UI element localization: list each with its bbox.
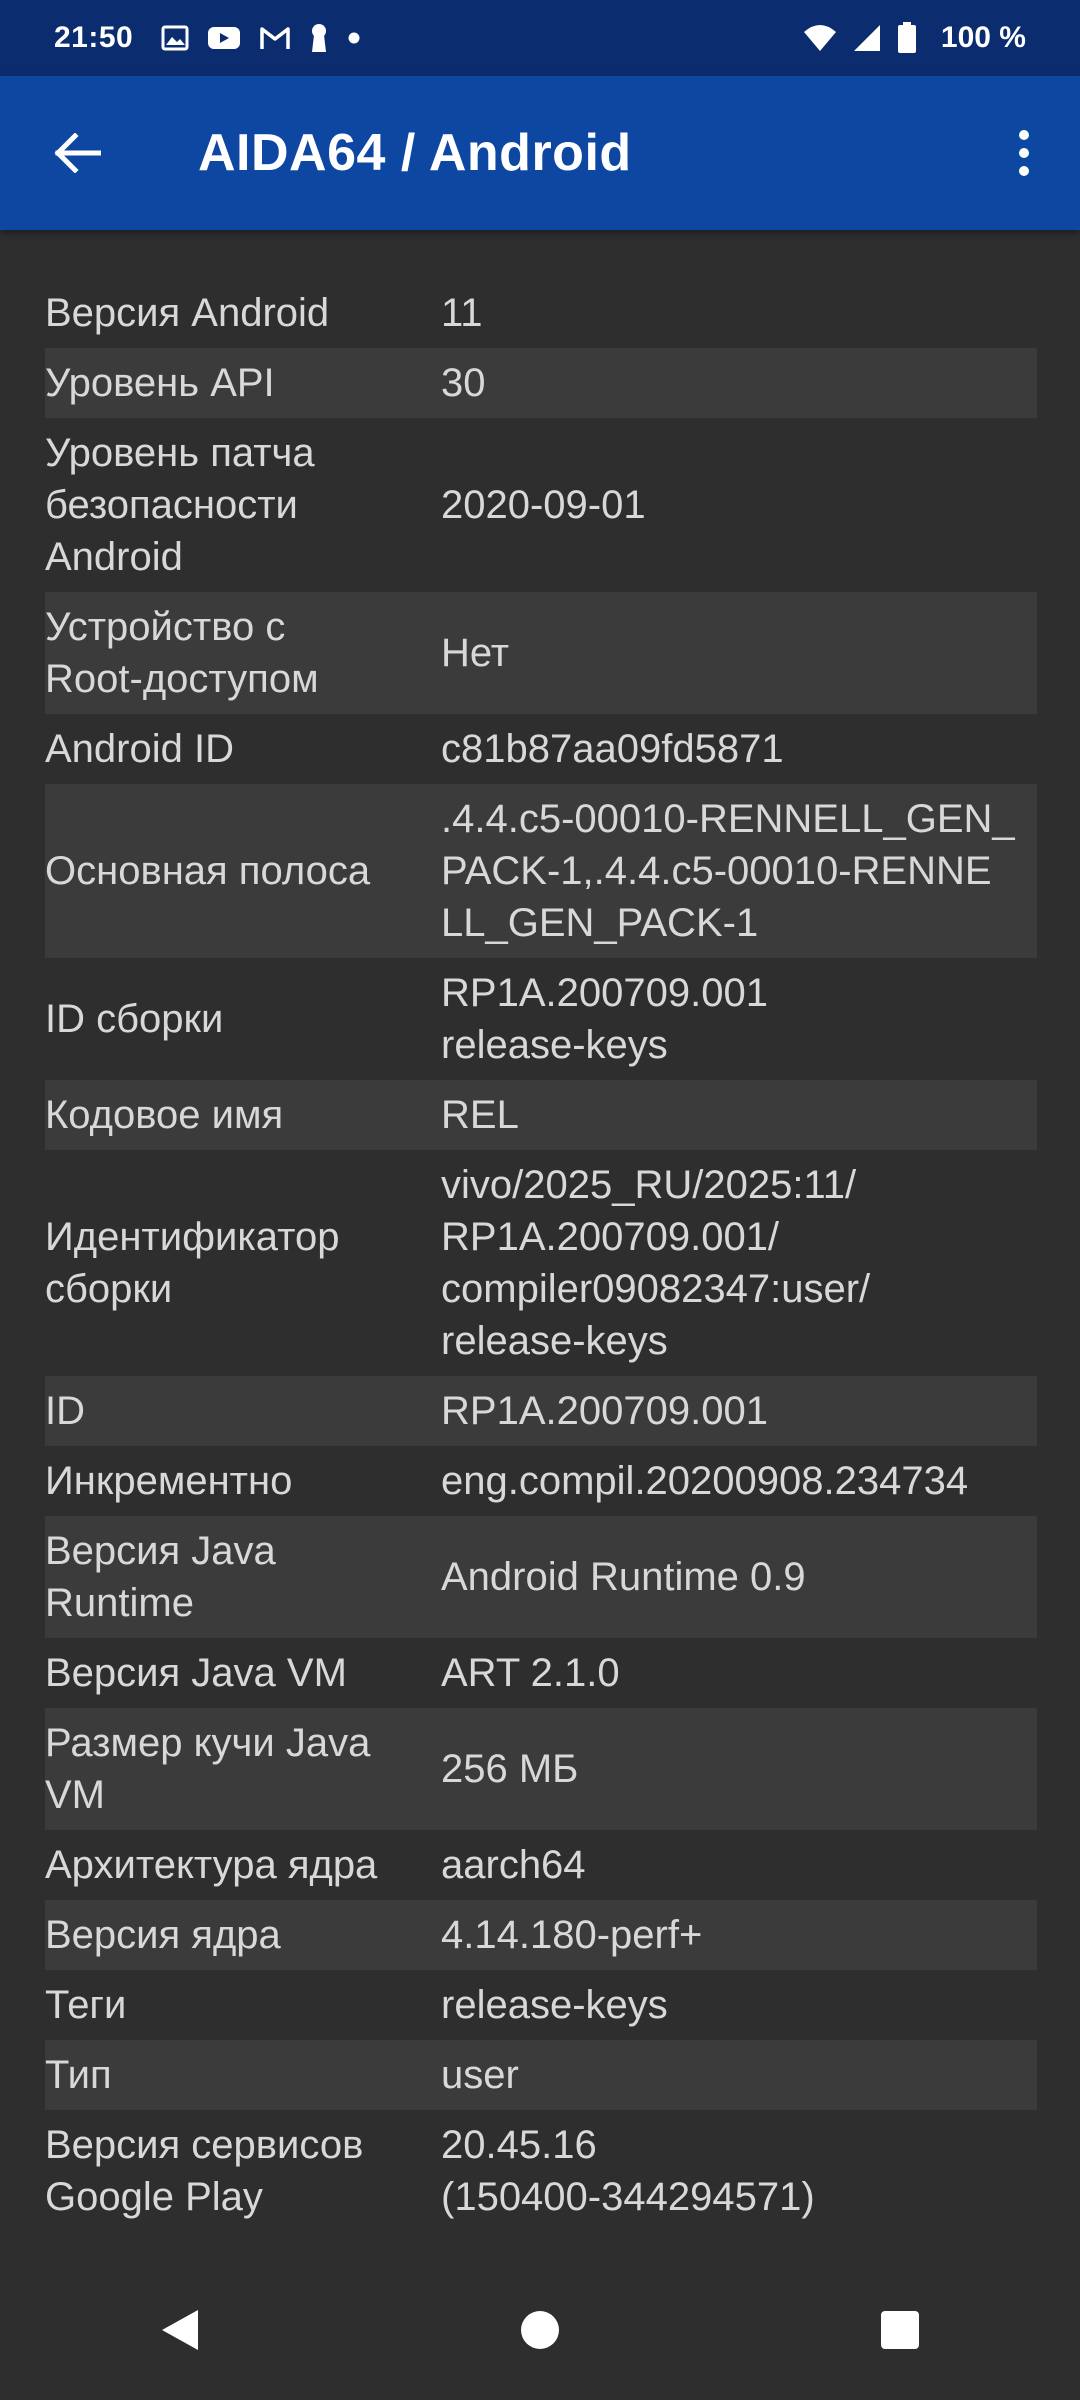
row-label: Кодовое имя	[45, 1093, 284, 1137]
row-label: Теги	[45, 1983, 127, 2027]
row-label: Устройство с Root-доступом	[45, 605, 319, 701]
gmail-icon	[260, 27, 290, 49]
info-row: Уровень API 30	[45, 348, 1037, 418]
row-value: 4.14.180-perf+	[441, 1913, 703, 1957]
status-bar: 21:50 100 %	[0, 0, 1080, 76]
row-label: Android ID	[45, 727, 234, 771]
info-row: Тип user	[45, 2040, 1037, 2110]
nav-back-button[interactable]	[120, 2270, 240, 2390]
info-row: Теги release-keys	[45, 1970, 1037, 2040]
row-value: 20.45.16 (150400-344294571)	[441, 2123, 815, 2219]
row-value: c81b87aa09fd5871	[441, 727, 784, 771]
info-row: Инкрементно eng.compil.20200908.234734	[45, 1446, 1037, 1516]
row-value: 11	[441, 291, 483, 335]
app-bar: AIDA64 / Android	[0, 76, 1080, 230]
info-row: ID RP1A.200709.001	[45, 1376, 1037, 1446]
row-value: RP1A.200709.001	[441, 1389, 768, 1433]
row-value: Android Runtime 0.9	[441, 1555, 806, 1599]
row-value: 2020-09-01	[441, 483, 646, 527]
row-label: Архитектура ядра	[45, 1843, 378, 1887]
info-row: Устройство с Root-доступом Нет	[45, 592, 1037, 714]
row-label: Версия сервисов Google Play	[45, 2123, 364, 2219]
system-icons: 100 %	[803, 21, 1026, 55]
overflow-menu-button[interactable]	[994, 118, 1054, 188]
gallery-icon	[161, 25, 189, 51]
row-label: Размер кучи Java VM	[45, 1721, 371, 1817]
nav-home-icon	[521, 2311, 559, 2349]
nav-recents-icon	[881, 2311, 919, 2349]
arrow-left-icon	[54, 133, 101, 173]
row-value: ART 2.1.0	[441, 1651, 620, 1695]
row-value: REL	[441, 1093, 519, 1137]
status-time: 21:50	[54, 21, 134, 54]
row-value: user	[441, 2053, 519, 2097]
page-title: AIDA64 / Android	[198, 124, 632, 182]
back-button[interactable]	[42, 118, 112, 188]
row-label: Версия ядра	[45, 1913, 281, 1957]
row-label: ID	[45, 1389, 85, 1433]
info-row: Android ID c81b87aa09fd5871	[45, 714, 1037, 784]
notification-icons	[161, 23, 361, 53]
info-row: Архитектура ядра aarch64	[45, 1830, 1037, 1900]
more-vert-icon	[1019, 130, 1029, 176]
row-value: RP1A.200709.001 release-keys	[441, 971, 768, 1067]
row-label: Инкрементно	[45, 1459, 293, 1503]
row-label: Основная полоса	[45, 849, 371, 893]
row-label: Уровень API	[45, 361, 275, 405]
nav-back-icon	[162, 2310, 198, 2350]
keyhole-icon	[312, 24, 327, 52]
battery-icon	[897, 22, 916, 53]
info-row: Версия Android 11	[45, 278, 1037, 348]
info-row: Кодовое имя REL	[45, 1080, 1037, 1150]
wifi-icon	[803, 25, 836, 51]
row-label: Версия Java VM	[45, 1651, 347, 1695]
row-label: Версия Java Runtime	[45, 1529, 276, 1625]
info-row: Версия сервисов Google Play 20.45.16 (150…	[45, 2110, 1037, 2232]
youtube-icon	[208, 27, 241, 49]
navigation-bar	[0, 2260, 1080, 2400]
info-row: Основная полоса .4.4.c5-00010-RENNELL_GEN…	[45, 784, 1037, 958]
row-value: eng.compil.20200908.234734	[441, 1459, 969, 1503]
row-value: aarch64	[441, 1843, 586, 1887]
row-value: .4.4.c5-00010-RENNELL_GEN_ PACK-1,.4.4.c…	[441, 797, 1015, 945]
info-row: Идентификатор сборки vivo/2025_RU/2025:11…	[45, 1150, 1037, 1376]
row-label: ID сборки	[45, 997, 224, 1041]
row-value: release-keys	[441, 1983, 668, 2027]
info-row: Версия Java Runtime Android Runtime 0.9	[45, 1516, 1037, 1638]
nav-recents-button[interactable]	[840, 2270, 960, 2390]
row-label: Идентификатор сборки	[45, 1215, 340, 1311]
dot-icon	[348, 32, 360, 44]
row-label: Версия Android	[45, 291, 330, 335]
row-value: 30	[441, 361, 486, 405]
info-row: Размер кучи Java VM 256 МБ	[45, 1708, 1037, 1830]
row-label: Тип	[45, 2053, 112, 2097]
row-value: Нет	[441, 631, 510, 675]
battery-percentage: 100 %	[940, 21, 1026, 54]
info-row: Уровень патча безопасности Android 2020-0…	[45, 418, 1037, 592]
nav-home-button[interactable]	[480, 2270, 600, 2390]
row-value: 256 МБ	[441, 1747, 579, 1791]
row-value: vivo/2025_RU/2025:11/ RP1A.200709.001/ c…	[441, 1163, 871, 1363]
info-list[interactable]: Версия Android 11 Уровень API 30 Уровень п…	[45, 278, 1037, 2232]
info-row: Версия ядра 4.14.180-perf+	[45, 1900, 1037, 1970]
signal-icon	[853, 25, 880, 51]
info-row: Версия Java VM ART 2.1.0	[45, 1638, 1037, 1708]
row-label: Уровень патча безопасности Android	[45, 431, 315, 579]
info-row: ID сборки RP1A.200709.001 release-keys	[45, 958, 1037, 1080]
